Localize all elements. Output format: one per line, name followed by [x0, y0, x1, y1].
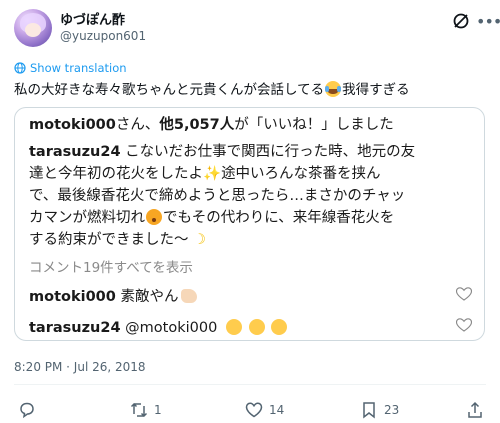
likes-end: が「いいね！」しました — [234, 117, 394, 133]
comment-line-1: tarasuzu24 こないだお仕事で関西に行った時、地元の友 — [29, 141, 477, 163]
tweet-text-end: 我得すぎる — [342, 82, 410, 98]
action-bar: 1 14 23 — [0, 401, 500, 421]
avatar-face — [25, 23, 41, 37]
comment-line-2: 達と今年初の花火をしたよ✨途中いろんな茶番を挟ん — [29, 163, 477, 185]
retweet-icon — [130, 402, 148, 418]
likes-user: motoki000 — [29, 117, 116, 133]
heart-icon[interactable] — [456, 318, 472, 332]
likes-summary: motoki000さん、他5,057人が「いいね！」しました — [29, 114, 477, 136]
show-translation-link[interactable]: Show translation — [14, 61, 127, 75]
view-all-comments-link[interactable]: コメント19件すべてを表示 — [29, 257, 477, 279]
show-translation-label: Show translation — [30, 61, 127, 75]
reply-row-1: motoki000 素敵やん — [29, 286, 477, 308]
reply-button[interactable] — [18, 401, 36, 419]
avatar[interactable] — [14, 9, 52, 47]
timestamp[interactable]: 8:20 PM · Jul 26, 2018 — [14, 360, 146, 374]
comment-line-4: カマンが燃料切れ でもその代わりに、来年線香花火を — [29, 207, 477, 229]
divider — [14, 384, 486, 385]
tweet-text-main: 私の大好きな寿々歌ちゃんと元貴くんが会話してる — [14, 82, 325, 98]
bookmark-icon — [363, 402, 375, 419]
likes-count: 他5,057人 — [159, 117, 235, 133]
smirking-face-emoji-icon — [271, 319, 288, 335]
comment-text-7: する約束ができました〜 — [29, 232, 189, 248]
comment-user: tarasuzu24 — [29, 144, 121, 160]
bookmark-button[interactable]: 23 — [360, 401, 399, 419]
comment-text-6: でもその代わりに、来年線香花火を — [163, 210, 395, 226]
moon-icon: ☽ — [188, 232, 207, 248]
author-handle[interactable]: @yuzupon601 — [60, 29, 146, 43]
reply-row-2: tarasuzu24 @motoki000 — [29, 317, 477, 339]
reply-icon — [20, 402, 34, 419]
smirking-face-emoji-icon — [248, 319, 265, 335]
laughing-crying-emoji-icon — [325, 81, 342, 97]
like-icon — [245, 402, 263, 418]
tweet-text: 私の大好きな寿々歌ちゃんと元貴くんが会話してる 我得すぎる — [14, 80, 484, 100]
author-display-name[interactable]: ゆづぽん酢 — [60, 9, 125, 28]
comment-text-4: で、最後線香花火で締めようと思ったら…まさかのチャッ — [29, 188, 406, 204]
smirking-face-emoji-icon — [225, 319, 242, 335]
like-count: 14 — [269, 403, 285, 417]
retweet-count: 1 — [154, 403, 162, 417]
reply2-user: tarasuzu24 — [29, 320, 121, 336]
card-content: motoki000さん、他5,057人が「いいね！」しました tarasuzu2… — [29, 114, 477, 339]
more-options-icon[interactable]: ••• — [476, 12, 500, 31]
reply2-text: @motoki000 — [125, 320, 218, 336]
translate-icon — [14, 62, 26, 74]
bookmark-count: 23 — [384, 403, 400, 417]
comment-text-3: 途中いろんな茶番を挟ん — [221, 166, 381, 182]
embedded-screenshot-card[interactable]: motoki000さん、他5,057人が「いいね！」しました tarasuzu2… — [14, 107, 485, 341]
comment-line-3: で、最後線香花火で締めようと思ったら…まさかのチャッ — [29, 185, 477, 207]
comment-text-1: こないだお仕事で関西に行った時、地元の友 — [125, 144, 416, 160]
likes-mid: さん、 — [115, 117, 160, 133]
clapping-hands-emoji-icon — [181, 289, 198, 303]
comment-text-5: カマンが燃料切れ — [29, 210, 145, 226]
grok-icon[interactable] — [451, 11, 471, 31]
comment-line-5: する約束ができました〜 ☽ — [29, 229, 477, 251]
retweet-button[interactable]: 1 — [130, 401, 162, 419]
like-button[interactable]: 14 — [245, 401, 284, 419]
heart-icon[interactable] — [456, 287, 472, 301]
reply1-text: 素敵やん — [120, 289, 179, 305]
reply1-user: motoki000 — [29, 289, 116, 305]
sparkles-icon: ✨ — [203, 166, 222, 182]
frowning-face-emoji-icon — [146, 209, 162, 225]
comment-text-2: 達と今年初の花火をしたよ — [29, 166, 203, 182]
share-button[interactable] — [466, 401, 484, 419]
share-icon — [468, 401, 482, 418]
